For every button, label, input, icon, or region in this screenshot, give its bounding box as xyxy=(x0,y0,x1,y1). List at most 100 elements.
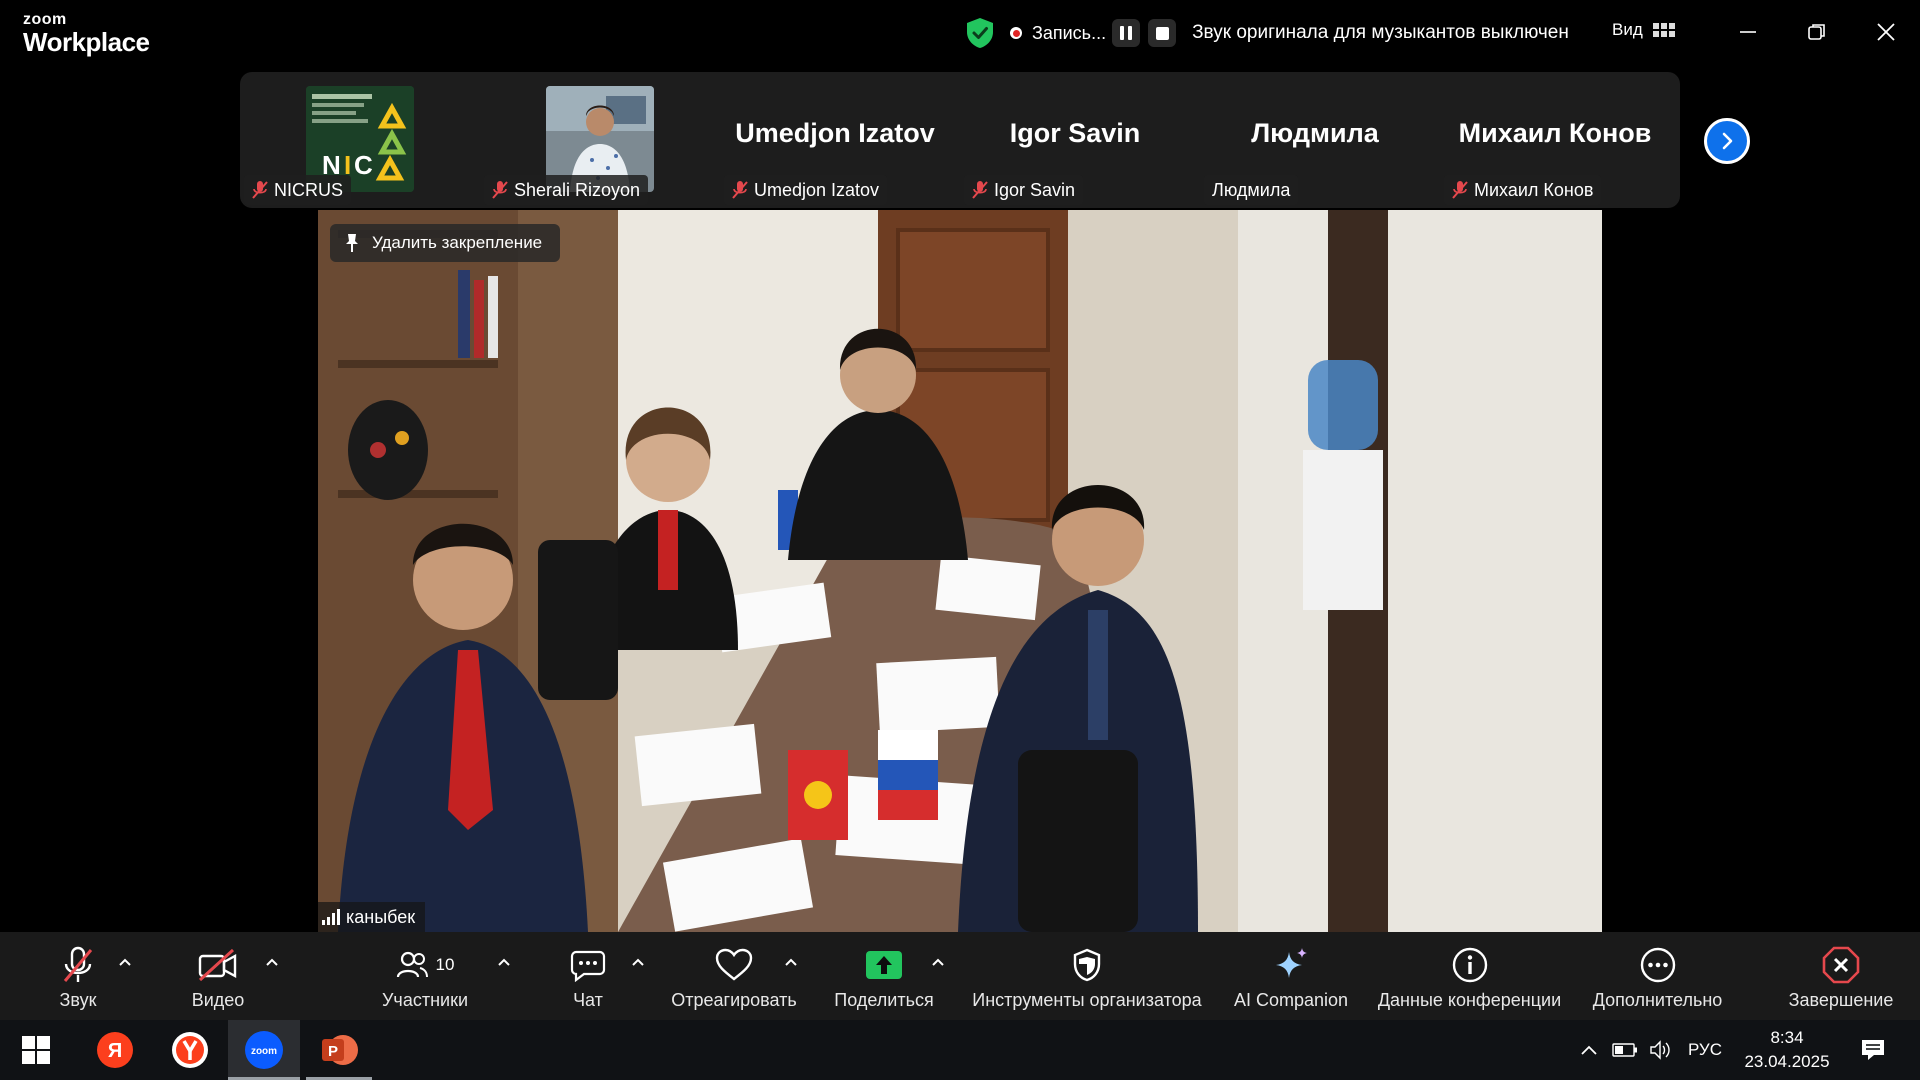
video-off-icon xyxy=(198,948,237,982)
participant-name-tag: Михаил Конов xyxy=(1444,175,1602,205)
view-button[interactable]: Вид xyxy=(1612,20,1675,40)
participants-button[interactable]: 10 Участники xyxy=(375,932,475,1020)
pause-recording-button[interactable] xyxy=(1112,19,1141,47)
speaker-name-tag: каныбек xyxy=(318,902,426,932)
encryption-shield-icon[interactable] xyxy=(965,17,995,49)
host-tools-label: Инструменты организатора xyxy=(972,990,1202,1010)
zoom-workplace-logo: zoom Workplace xyxy=(23,11,150,57)
next-page-button[interactable] xyxy=(1704,118,1750,164)
share-screen-button[interactable]: Поделиться xyxy=(829,932,939,1020)
logo-bottom-text: Workplace xyxy=(23,27,150,57)
taskbar-zoom[interactable]: zoom xyxy=(228,1020,300,1080)
video-label: Видео xyxy=(191,990,245,1010)
participant-tile-nicrus[interactable]: N I C NICRUS xyxy=(240,72,470,208)
audio-options-chevron-up-icon[interactable] xyxy=(117,954,133,970)
meeting-controls-toolbar: Звук Видео 10 Участники Чат Отреагироват… xyxy=(0,932,1920,1020)
input-language-indicator[interactable]: РУС xyxy=(1682,1020,1728,1080)
svg-text:P: P xyxy=(328,1043,338,1060)
chat-icon xyxy=(570,950,606,982)
minimize-window-button[interactable] xyxy=(1728,14,1768,50)
more-label: Дополнительно xyxy=(1592,990,1723,1010)
grid-view-icon xyxy=(1652,23,1675,37)
participant-tile-lyudmila[interactable]: Людмила Людмила xyxy=(1200,72,1430,208)
info-icon xyxy=(1452,947,1487,983)
title-bar: zoom Workplace Запись... Звук оригинала … xyxy=(0,0,1920,66)
close-icon xyxy=(1877,23,1895,41)
stop-icon xyxy=(1155,26,1169,40)
participant-name: NICRUS xyxy=(274,179,344,200)
speaker-volume-icon xyxy=(1650,1040,1670,1060)
react-options-chevron-up-icon[interactable] xyxy=(783,954,799,970)
show-hidden-icons-button[interactable] xyxy=(1572,1020,1606,1080)
pin-icon xyxy=(346,234,358,252)
microphone-muted-icon xyxy=(63,946,93,982)
participant-tile-mikhail-konov[interactable]: Михаил Конов Михаил Конов xyxy=(1440,72,1670,208)
participant-tile-igor-savin[interactable]: Igor Savin Igor Savin xyxy=(960,72,1190,208)
participant-display-name: Umedjon Izatov xyxy=(735,118,935,148)
participant-tile-sherali-rizoyon[interactable]: Sherali Rizoyon xyxy=(480,72,710,208)
svg-text:zoom: zoom xyxy=(251,1046,277,1057)
audio-button[interactable]: Звук xyxy=(38,932,118,1020)
unpin-label: Удалить закрепление xyxy=(372,233,543,252)
participants-label: Участники xyxy=(382,990,468,1010)
react-label: Отреагировать xyxy=(671,990,797,1010)
windows-taskbar: Я zoom P РУС 8:34 23.04.2025 xyxy=(0,1020,1920,1080)
ai-companion-sparkle-icon xyxy=(1276,948,1307,978)
recording-status-bar: Запись... Звук оригинала для музыкантов … xyxy=(965,14,1569,52)
meeting-info-button[interactable]: Данные конференции xyxy=(1372,932,1567,1020)
taskbar-clock[interactable]: 8:34 23.04.2025 xyxy=(1732,1026,1842,1074)
participant-display-name: Людмила xyxy=(1251,118,1379,148)
chat-options-chevron-up-icon[interactable] xyxy=(630,954,646,970)
volume-button[interactable] xyxy=(1644,1020,1678,1080)
share-screen-icon xyxy=(866,951,902,979)
chevron-up-icon xyxy=(1581,1045,1597,1055)
signal-strength-icon xyxy=(322,909,340,925)
host-tools-button[interactable]: Инструменты организатора xyxy=(962,932,1212,1020)
taskbar-yandex-search[interactable]: Я xyxy=(85,1020,145,1080)
battery-button[interactable] xyxy=(1608,1020,1642,1080)
taskbar-yandex-browser[interactable] xyxy=(160,1020,220,1080)
ai-companion-button[interactable]: AI Companion xyxy=(1226,932,1356,1020)
participants-icon xyxy=(396,951,428,978)
participant-name-tag: Igor Savin xyxy=(964,175,1084,205)
participant-tile-umedjon-izatov[interactable]: Umedjon Izatov Umedjon Izatov xyxy=(720,72,950,208)
zoom-app-icon: zoom xyxy=(245,1031,283,1069)
participant-name-tag: NICRUS xyxy=(244,175,352,205)
mic-muted-icon xyxy=(732,181,748,199)
unpin-button[interactable]: Удалить закрепление xyxy=(330,224,561,262)
react-button[interactable]: Отреагировать xyxy=(664,932,804,1020)
taskbar-powerpoint[interactable]: P xyxy=(306,1020,372,1080)
yandex-icon: Я xyxy=(97,1032,133,1068)
notification-center-icon xyxy=(1862,1040,1884,1060)
minimize-icon xyxy=(1740,31,1756,33)
recording-label: Запись... xyxy=(1032,22,1107,43)
pinned-video-feed[interactable]: Удалить закрепление каныбек xyxy=(318,210,1602,932)
chevron-right-icon xyxy=(1722,132,1733,150)
chat-button[interactable]: Чат xyxy=(548,932,628,1020)
share-options-chevron-up-icon[interactable] xyxy=(930,954,946,970)
more-button[interactable]: Дополнительно xyxy=(1585,932,1730,1020)
stop-recording-button[interactable] xyxy=(1148,19,1177,47)
logo-top-text: zoom xyxy=(23,11,67,28)
host-tools-shield-icon xyxy=(1073,948,1101,982)
notifications-button[interactable] xyxy=(1850,1020,1896,1080)
clock-time: 8:34 xyxy=(1770,1028,1804,1047)
restore-window-button[interactable] xyxy=(1797,14,1837,50)
end-meeting-button[interactable]: Завершение xyxy=(1780,932,1902,1020)
participant-name: Людмила xyxy=(1212,179,1291,200)
original-sound-status[interactable]: Звук оригинала для музыкантов выключен xyxy=(1192,22,1569,44)
mic-muted-icon xyxy=(972,181,988,199)
start-button[interactable] xyxy=(0,1020,72,1080)
mic-muted-icon xyxy=(1452,181,1468,199)
participants-options-chevron-up-icon[interactable] xyxy=(496,954,512,970)
ai-companion-label: AI Companion xyxy=(1233,990,1349,1010)
meeting-info-label: Данные конференции xyxy=(1377,990,1562,1010)
participant-thumbnail-strip: N I C NICRUS Sherali Rizoyon Umedjon Iza… xyxy=(240,72,1750,208)
meeting-room-scene xyxy=(318,210,1602,932)
end-label: Завершение xyxy=(1788,990,1894,1010)
video-button[interactable]: Видео xyxy=(178,932,258,1020)
close-window-button[interactable] xyxy=(1866,14,1906,50)
video-options-chevron-up-icon[interactable] xyxy=(264,954,280,970)
clock-date: 23.04.2025 xyxy=(1744,1052,1830,1071)
participant-name-tag: Людмила xyxy=(1204,175,1299,205)
